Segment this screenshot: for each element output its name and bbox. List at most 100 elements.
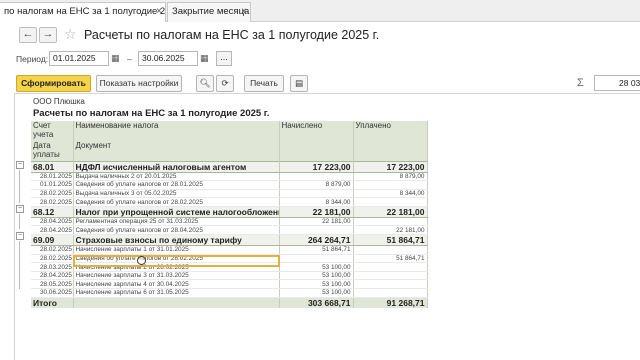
accrued-cell[interactable]: 8 344,00	[279, 197, 354, 207]
paid-cell[interactable]	[353, 217, 428, 227]
report-table: Счет учета Наименование налога Начислено…	[31, 121, 428, 309]
account-cell[interactable]: 28.04.2025	[31, 217, 74, 227]
accrued-cell[interactable]	[279, 172, 354, 182]
search-next-icon[interactable]: ⟳	[216, 75, 234, 92]
account-group-row[interactable]: 68.01 НДФЛ исчисленный налоговым агентом 1…	[31, 160, 428, 173]
account-cell[interactable]: 28.04.2025	[31, 271, 74, 281]
generate-button[interactable]: Сформировать	[16, 75, 91, 92]
tab-month-closing[interactable]: Закрытие месяца ×	[167, 2, 251, 22]
name-cell[interactable]: Страховые взносы по единому тарифу	[73, 234, 280, 247]
accrued-cell[interactable]	[279, 254, 354, 264]
accrued-cell[interactable]: 53 100,00	[279, 262, 354, 272]
name-cell[interactable]: Выдача наличных 2 от 20.01.2025	[73, 172, 280, 182]
account-group-row[interactable]: 68.12 Налог при упрощенной системе налого…	[31, 205, 428, 218]
forward-button[interactable]: →	[39, 27, 57, 43]
header-paid: Уплачено	[353, 121, 428, 161]
paid-cell[interactable]: 8 344,00	[353, 189, 428, 199]
table-row[interactable]: 30.06.2025 Начисление зарплаты 6 от 31.05…	[31, 288, 428, 298]
accrued-cell[interactable]: 8 879,00	[279, 180, 354, 190]
account-group-row[interactable]: 69.09 Страховые взносы по единому тарифу 2…	[31, 234, 428, 247]
account-cell[interactable]: 01.01.2025	[31, 180, 74, 190]
account-cell[interactable]: 28.01.2025	[31, 172, 74, 182]
paid-cell[interactable]	[353, 180, 428, 190]
paid-cell[interactable]	[353, 288, 428, 298]
tab-report[interactable]: по налогам на ЕНС за 1 полугодие 2025 г.…	[0, 2, 166, 22]
table-row[interactable]: 28.04.2025 Регламентная операция 25 от 31…	[31, 217, 428, 227]
name-cell[interactable]: Сведения об уплате налогов от 28.01.2025	[73, 180, 280, 190]
table-row[interactable]: 28.02.2025 Сведения об уплате налогов от …	[31, 197, 428, 207]
name-cell[interactable]: Начисление зарплаты 4 от 30.04.2025	[73, 279, 280, 290]
account-cell[interactable]: 69.09	[31, 234, 74, 247]
paid-cell[interactable]	[353, 279, 428, 290]
table-row[interactable]: 28.05.2025 Начисление зарплаты 4 от 30.04…	[31, 279, 428, 290]
paid-cell[interactable]: 22 181,00	[353, 205, 428, 218]
table-row[interactable]: 01.01.2025 Сведения об уплате налогов от …	[31, 180, 428, 190]
table-row[interactable]: 28.04.2025 Сведения об уплате налогов от …	[31, 225, 428, 236]
name-cell[interactable]: Сведения об уплате налогов от 28.02.2025	[73, 197, 280, 207]
paid-cell[interactable]	[353, 262, 428, 272]
accrued-cell[interactable]: 53 100,00	[279, 279, 354, 290]
back-button[interactable]: ←	[19, 27, 37, 43]
collapse-icon[interactable]: −	[16, 232, 24, 240]
calendar-icon[interactable]: ▦	[111, 53, 120, 64]
account-cell[interactable]: 30.06.2025	[31, 288, 74, 298]
account-cell[interactable]: 68.12	[31, 205, 74, 218]
accrued-cell[interactable]	[279, 189, 354, 199]
paid-cell[interactable]	[353, 245, 428, 255]
collapse-icon[interactable]: −	[16, 161, 24, 169]
account-cell[interactable]: 28.02.2025	[31, 254, 74, 264]
preview-icon[interactable]: ▤	[290, 75, 308, 92]
paid-cell[interactable]: 22 181,00	[353, 225, 428, 236]
accrued-cell[interactable]: 17 223,00	[279, 160, 354, 173]
table-row[interactable]: 28.01.2025 Выдача наличных 2 от 20.01.202…	[31, 172, 428, 182]
table-row[interactable]: 28.02.2025 Начисление зарплаты 1 от 31.01…	[31, 245, 428, 255]
table-row[interactable]: 28.04.2025 Начисление зарплаты 3 от 31.03…	[31, 271, 428, 281]
name-cell[interactable]: Начисление зарплаты 6 от 31.05.2025	[73, 288, 280, 298]
accrued-cell[interactable]: 264 264,71	[279, 234, 354, 247]
accrued-cell[interactable]: 51 864,71	[279, 245, 354, 255]
favorite-star-icon[interactable]: ☆	[64, 26, 77, 43]
collapse-icon[interactable]: −	[16, 205, 24, 213]
header-document: Документ	[73, 141, 280, 161]
name-cell[interactable]: Регламентная операция 25 от 31.03.2025	[73, 217, 280, 227]
period-to-input[interactable]: 30.06.2025	[138, 51, 198, 66]
calendar-icon[interactable]: ▦	[200, 53, 209, 64]
accrued-cell[interactable]: 53 100,00	[279, 288, 354, 298]
name-cell[interactable]: Сведения об уплате налогов от 28.04.2025	[73, 225, 280, 236]
period-from-input[interactable]: 01.01.2025	[49, 51, 109, 66]
name-cell[interactable]: Выдача наличных 3 от 05.02.2025	[73, 189, 280, 199]
accrued-cell[interactable]	[279, 225, 354, 236]
name-cell[interactable]: Начисление зарплаты 1 от 31.01.2025	[73, 245, 280, 255]
selected-cell[interactable]	[73, 255, 280, 267]
paid-cell[interactable]: 51 864,71	[353, 234, 428, 247]
name-cell[interactable]: Начисление зарплаты 3 от 31.03.2025	[73, 271, 280, 281]
account-cell[interactable]: 28.02.2025	[31, 189, 74, 199]
paid-cell[interactable]: 17 223,00	[353, 160, 428, 173]
accrued-cell[interactable]: 22 181,00	[279, 205, 354, 218]
name-cell[interactable]: Налог при упрощенной системе налогооблож…	[73, 205, 280, 218]
print-button[interactable]: Печать	[244, 75, 284, 92]
paid-cell[interactable]	[353, 271, 428, 281]
account-cell[interactable]: 28.04.2025	[31, 225, 74, 236]
search-icon[interactable]: 🔍︎	[196, 75, 214, 92]
paid-cell[interactable]: 51 864,71	[353, 254, 428, 264]
total-accrued: 303 668,71	[279, 296, 354, 309]
paid-cell[interactable]	[353, 197, 428, 207]
tab-report-label: по налогам на ЕНС за 1 полугодие 2025 г.	[4, 6, 166, 17]
account-cell[interactable]: 28.05.2025	[31, 279, 74, 290]
name-cell[interactable]: НДФЛ исчисленный налоговым агентом	[73, 160, 280, 173]
account-cell[interactable]: 68.01	[31, 160, 74, 173]
account-cell[interactable]: 28.03.2025	[31, 262, 74, 272]
close-icon[interactable]: ×	[156, 3, 162, 21]
account-cell[interactable]: 28.02.2025	[31, 245, 74, 255]
account-cell[interactable]: 28.02.2025	[31, 197, 74, 207]
table-row[interactable]: 28.02.2025 Выдача наличных 3 от 05.02.202…	[31, 189, 428, 199]
close-icon[interactable]: ×	[241, 3, 247, 21]
period-dash: –	[127, 54, 132, 64]
total-label: Итого	[31, 296, 74, 309]
show-settings-button[interactable]: Показать настройки	[96, 75, 182, 92]
period-select-button[interactable]: ...	[216, 51, 232, 66]
paid-cell[interactable]: 8 879,00	[353, 172, 428, 182]
accrued-cell[interactable]: 22 181,00	[279, 217, 354, 227]
accrued-cell[interactable]: 53 100,00	[279, 271, 354, 281]
